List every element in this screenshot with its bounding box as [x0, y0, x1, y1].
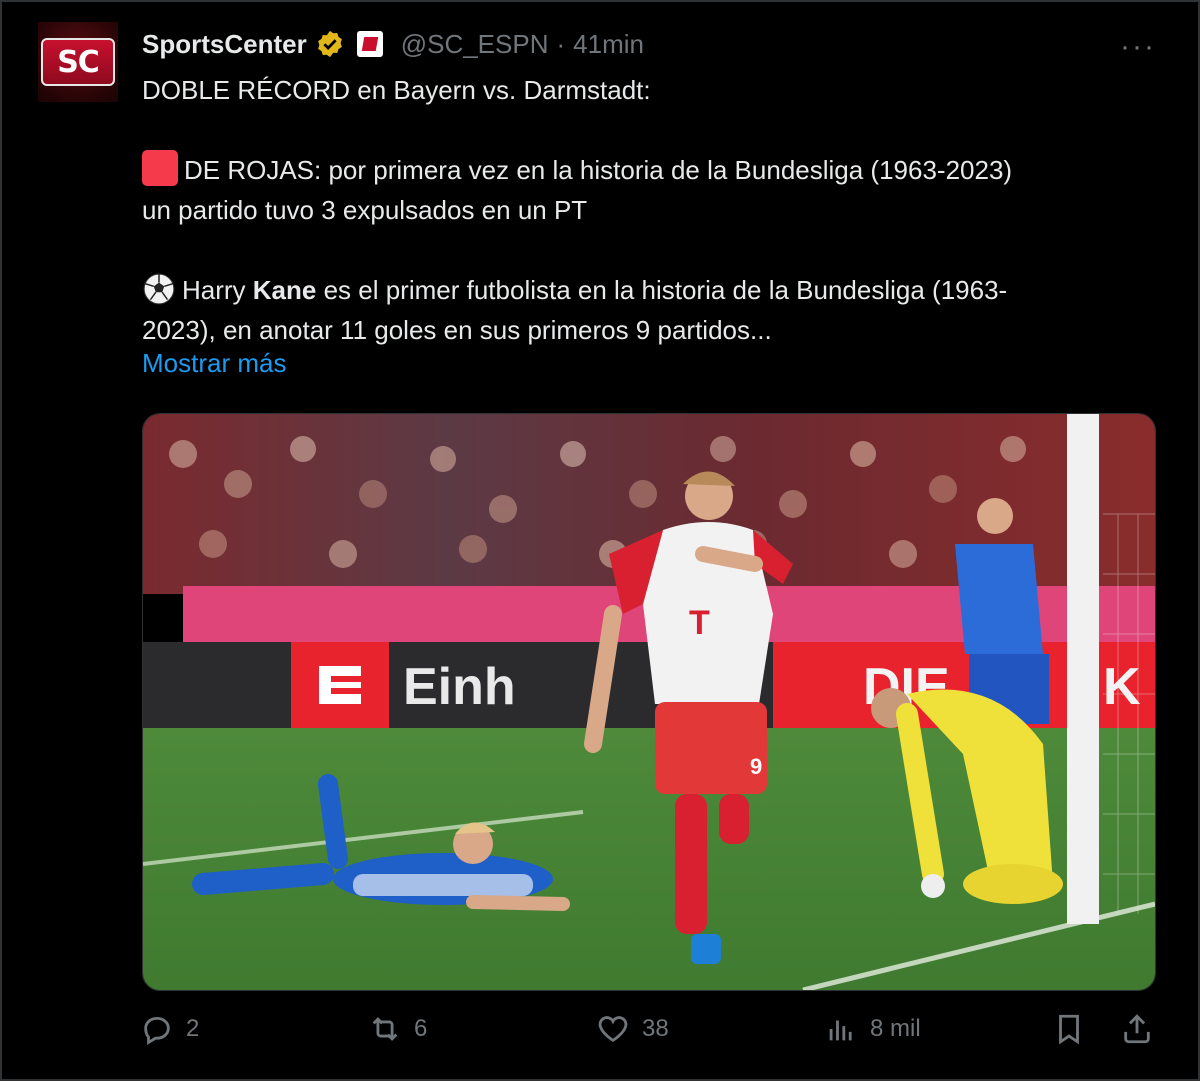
bookmark-button[interactable]: [1052, 1012, 1086, 1046]
red-square-icon: [142, 150, 178, 186]
reply-button[interactable]: 2: [140, 1012, 199, 1046]
tweet-paragraph-2: DE ROJAS: por primera vez en la historia…: [142, 150, 1152, 230]
display-name[interactable]: SportsCenter: [142, 29, 307, 60]
mention-kane: Kane: [252, 275, 317, 305]
views-chart-icon: [829, 1020, 852, 1041]
views-count: 8 mil: [870, 1015, 921, 1042]
tweet-actions: 2 6 38 8 mil: [140, 1012, 1160, 1056]
jersey-number: 9: [750, 754, 762, 779]
reply-count: 2: [186, 1015, 200, 1042]
para2-line2: un partido tuvo 3 expulsados en un PT: [142, 195, 588, 225]
verified-badge-icon[interactable]: [315, 29, 345, 59]
tweet-header: SportsCenter @SC_ESPN · 41min: [142, 24, 644, 64]
share-button[interactable]: [1120, 1012, 1154, 1046]
heart-icon: [598, 1016, 628, 1043]
reply-icon: [144, 1016, 170, 1045]
retweet-count: 6: [414, 1015, 428, 1042]
like-button[interactable]: 38: [596, 1012, 669, 1046]
handle[interactable]: @SC_ESPN: [401, 29, 549, 60]
soccer-celebration-image: Einh DIE K T 9: [143, 414, 1155, 990]
retweet-button[interactable]: 6: [368, 1012, 427, 1046]
para3-line2: 2023), en anotar 11 goles en sus primero…: [142, 315, 772, 345]
timestamp[interactable]: 41min: [573, 29, 644, 60]
board-text-1: Einh: [403, 658, 516, 716]
more-options-icon[interactable]: ···: [1120, 30, 1156, 64]
separator: ·: [556, 28, 566, 59]
retweet-icon: [372, 1017, 398, 1041]
para2-line1: DE ROJAS: por primera vez en la historia…: [184, 155, 1013, 185]
like-count: 38: [642, 1015, 669, 1042]
bookmark-icon: [1059, 1014, 1079, 1045]
avatar-logo: SC: [41, 38, 115, 86]
svg-text:T: T: [689, 604, 710, 642]
tweet-photo[interactable]: Einh DIE K T 9: [142, 413, 1156, 991]
share-icon: [1124, 1014, 1150, 1044]
tweet-line-1: DOBLE RÉCORD en Bayern vs. Darmstadt:: [142, 75, 651, 105]
views-button[interactable]: 8 mil: [824, 1012, 921, 1046]
board-text-3: K: [1103, 658, 1141, 716]
para3-post: es el primer futbolista en la historia d…: [316, 275, 1008, 305]
avatar[interactable]: SC: [38, 22, 118, 102]
soccer-ball-icon: [143, 273, 175, 305]
tweet-paragraph-3: Harry Kane es el primer futbolista en la…: [142, 270, 1152, 350]
para3-pre: Harry: [182, 275, 253, 305]
show-more-link[interactable]: Mostrar más: [142, 348, 286, 379]
affiliate-badge-icon[interactable]: [356, 31, 383, 57]
